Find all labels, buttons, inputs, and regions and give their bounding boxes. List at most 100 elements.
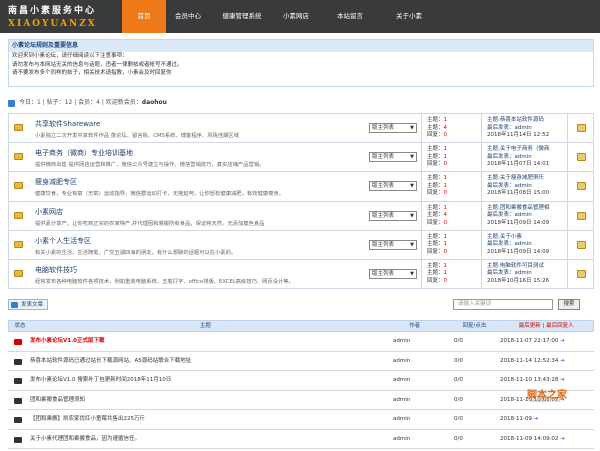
forum-rss-icon[interactable] bbox=[577, 124, 586, 132]
arrow-icon[interactable]: ➜ bbox=[560, 377, 565, 383]
notice-box: 小素论坛规则及重要信息 欢迎来到小素论坛，请仔细阅读以下注意事项： 请勿发布与本… bbox=[8, 39, 594, 87]
nav-item[interactable]: 健康管理系统 bbox=[210, 0, 274, 33]
thread-title[interactable]: 团和乘搬食品管理须知 bbox=[30, 391, 85, 411]
moderator-select[interactable]: 版主列表 ▼ bbox=[369, 268, 417, 279]
main-nav: 首页 会员中心 健康管理系统 小素网店 本站留言 关于小素 bbox=[122, 0, 436, 33]
col-status: 状态 bbox=[14, 323, 26, 329]
notice-line: 欢迎来到小素论坛，请仔细阅读以下注意事项： bbox=[12, 53, 128, 59]
last-post-title[interactable]: 主题:关于瘦身减肥俱乐 bbox=[487, 175, 549, 183]
thread-author[interactable]: admin bbox=[393, 352, 410, 372]
thread-title[interactable]: 发布小素论坛V1.0正式版下载 bbox=[30, 332, 105, 352]
last-post-title[interactable]: 主题:团和乘搬食品管理相 bbox=[487, 205, 549, 213]
divider bbox=[567, 114, 568, 143]
arrow-icon[interactable]: ➜ bbox=[534, 416, 539, 422]
table-row: 恭喜本站软件源码已通过站长下载源网站、A5源码站联合下载地址 admin 0/0 20… bbox=[8, 352, 594, 372]
theme-label: 主题： bbox=[427, 117, 444, 123]
theme-label: 主题： bbox=[427, 146, 444, 153]
thread-last-time: 2018-11-09 bbox=[500, 416, 532, 422]
last-post-title[interactable]: 主题:关于电子商务（微商 bbox=[487, 146, 549, 154]
nav-item[interactable]: 会员中心 bbox=[166, 0, 210, 33]
nav-item[interactable]: 小素网店 bbox=[274, 0, 318, 33]
col-replies: 回复/点击 bbox=[462, 323, 487, 329]
reply-label: 回复： bbox=[427, 248, 444, 255]
divider bbox=[481, 172, 482, 201]
post-label: 主题： bbox=[427, 153, 444, 160]
search-button[interactable]: 搜索 bbox=[558, 299, 580, 310]
thread-title[interactable]: 【团和乘搬】凯农家优红小童莓共售出225万斤 bbox=[30, 410, 145, 430]
last-post-author[interactable]: 最后发表：admin bbox=[487, 270, 549, 278]
arrow-icon[interactable]: ➜ bbox=[560, 358, 565, 364]
arrow-icon[interactable]: ➜ bbox=[560, 436, 565, 442]
hot-thread-icon bbox=[14, 339, 22, 345]
thread-title[interactable]: 恭喜本站软件源码已通过站长下载源网站、A5源码站联合下载地址 bbox=[30, 352, 191, 372]
last-post-time: 2018年10月16日 15:26 bbox=[487, 277, 550, 284]
moderator-label: 版主列表 bbox=[372, 241, 395, 248]
new-member-link[interactable]: daohou bbox=[142, 98, 167, 108]
thread-title[interactable]: 关于小素代理团和乘搬食品，因为遵循信任。 bbox=[30, 430, 140, 450]
divider bbox=[481, 230, 482, 259]
forum-counts: 主题：1 主题：4 回复：0 bbox=[427, 205, 447, 228]
arrow-icon[interactable]: ➜ bbox=[560, 338, 565, 344]
moderator-select[interactable]: 版主列表 ▼ bbox=[369, 239, 417, 250]
forum-rss-icon[interactable] bbox=[577, 240, 586, 249]
thread-replies: 0/0 bbox=[454, 435, 463, 442]
last-post-author[interactable]: 最后发表：admin bbox=[487, 241, 549, 249]
last-post-time: 2018年11月09日 14:09 bbox=[487, 219, 550, 226]
post-count: 4 bbox=[443, 212, 448, 219]
divider bbox=[481, 143, 482, 172]
divider bbox=[421, 143, 422, 172]
moderator-select[interactable]: 版主列表 ▼ bbox=[369, 152, 417, 163]
forum-desc: 有关小素的生活，生活随笔，广交五湖四海的朋友，有什么想聊的话题可以在小素的。 bbox=[35, 249, 237, 256]
chevron-down-icon: ▼ bbox=[410, 183, 414, 190]
thread-author[interactable]: admin bbox=[393, 391, 410, 411]
folder-icon bbox=[14, 269, 23, 277]
forum-name[interactable]: 电脑软件技巧 bbox=[35, 265, 77, 275]
moderator-select[interactable]: 版主列表 ▼ bbox=[369, 210, 417, 221]
last-post-title[interactable]: 主题:恭喜本站软件源码 bbox=[487, 117, 549, 125]
site-logo[interactable]: 南昌小素服务中心 XIAOYUANZX bbox=[8, 3, 128, 31]
moderator-select[interactable]: 版主列表 ▼ bbox=[369, 181, 417, 192]
theme-count: 1 bbox=[443, 117, 448, 123]
thread-replies: 0/0 bbox=[454, 338, 463, 344]
thread-title[interactable]: 发布小素论坛V1.0 搜索补丁包更新时间2018年11月10日 bbox=[30, 371, 171, 391]
thread-replies: 0/0 bbox=[454, 357, 463, 364]
forum-desc: 健康饮食，专业有氧（无氧）运动指导，微信群运动打卡，无拖延呵，让你轻松健康减肥，… bbox=[35, 191, 284, 198]
forum-desc: 小素独立二次开发共享软件作品 像论坛、留言板、CMS系统、博客程序、风情佳期区域 bbox=[35, 133, 240, 139]
reply-label: 回复： bbox=[427, 161, 444, 168]
divider bbox=[567, 230, 568, 259]
theme-count: 1 bbox=[443, 175, 448, 182]
forum-rss-icon[interactable] bbox=[577, 269, 586, 278]
forum-row: 共享软件Shareware 小素独立二次开发共享软件作品 像论坛、留言板、CMS系… bbox=[8, 114, 594, 144]
last-post-time: 2018年11月07日 14:01 bbox=[487, 161, 550, 168]
thread-author[interactable]: admin bbox=[393, 371, 410, 391]
table-row: 【团和乘搬】凯农家优红小童莓共售出225万斤 admin 0/0 2018-11-09… bbox=[8, 410, 594, 430]
last-post: 主题:电脑软件可目测试 最后发表：admin 2018年10月16日 15:26 bbox=[487, 263, 549, 286]
moderator-select[interactable]: 版主列表 ▼ bbox=[369, 123, 417, 133]
thread-author[interactable]: admin bbox=[393, 430, 410, 450]
forum-rss-icon[interactable] bbox=[577, 153, 586, 162]
new-post-button[interactable]: 发表文章 bbox=[8, 299, 49, 310]
nav-item[interactable]: 本站留言 bbox=[318, 0, 382, 33]
last-post-author[interactable]: 最后发表：admin bbox=[487, 212, 549, 220]
search-input[interactable]: 请输入关键词 bbox=[453, 299, 553, 310]
forum-name[interactable]: 瘦身减肥专区 bbox=[35, 177, 77, 187]
thread-last-time: 2018-11-14 12:52:34 bbox=[500, 357, 559, 364]
thread-last: 2018-11-14 12:52:34 ➜ bbox=[500, 352, 565, 372]
forum-counts: 主题：1 主题：1 回复：0 bbox=[427, 175, 447, 198]
nav-item[interactable]: 关于小素 bbox=[382, 0, 436, 33]
forum-name[interactable]: 小素个人生活专区 bbox=[35, 236, 91, 246]
pen-icon bbox=[11, 302, 18, 308]
thread-author[interactable]: admin bbox=[393, 410, 410, 430]
forum-rss-icon[interactable] bbox=[577, 211, 586, 220]
table-row: 发布小素论坛V1.0正式版下载 admin 0/0 2018-11-07 22:17:… bbox=[8, 332, 594, 352]
forum-name[interactable]: 共享软件Shareware bbox=[35, 119, 100, 129]
last-post-author[interactable]: 最后发表：admin bbox=[487, 125, 549, 133]
notice-title: 小素论坛规则及重要信息 bbox=[9, 40, 593, 52]
moderator-label: 版主列表 bbox=[372, 154, 395, 161]
stats-icon bbox=[8, 99, 15, 107]
forum-rss-icon[interactable] bbox=[577, 182, 586, 191]
thread-author[interactable]: admin bbox=[393, 332, 410, 352]
nav-item[interactable]: 首页 bbox=[122, 0, 166, 33]
forum-name[interactable]: 小素网店 bbox=[35, 207, 63, 217]
forum-name[interactable]: 电子商务（微商）专业培训基地 bbox=[35, 148, 133, 158]
